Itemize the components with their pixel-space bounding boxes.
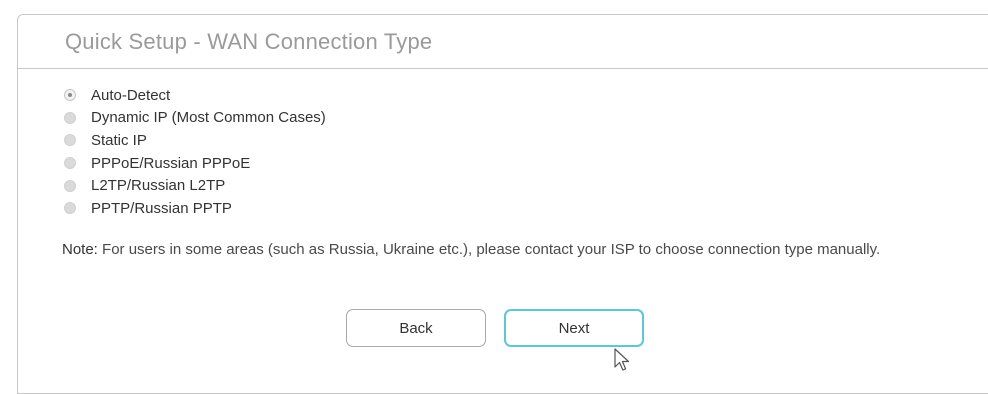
option-pptp[interactable]: PPTP/Russian PPTP	[64, 197, 326, 220]
radio-auto-detect[interactable]	[64, 89, 76, 102]
next-button[interactable]: Next	[504, 309, 644, 347]
option-dynamic-ip[interactable]: Dynamic IP (Most Common Cases)	[64, 107, 326, 130]
option-label: Dynamic IP (Most Common Cases)	[91, 109, 326, 127]
panel-header: Quick Setup - WAN Connection Type	[18, 15, 988, 69]
radio-pptp[interactable]	[64, 202, 76, 215]
option-label: Static IP	[91, 131, 147, 149]
option-pppoe[interactable]: PPPoE/Russian PPPoE	[64, 152, 326, 175]
option-l2tp[interactable]: L2TP/Russian L2TP	[64, 174, 326, 197]
option-label: PPPoE/Russian PPPoE	[91, 154, 251, 172]
radio-pppoe[interactable]	[64, 157, 76, 170]
radio-l2tp[interactable]	[64, 179, 76, 192]
back-button[interactable]: Back	[346, 309, 486, 347]
radio-static-ip[interactable]	[64, 134, 76, 147]
option-label: PPTP/Russian PPTP	[91, 199, 232, 217]
page-title: Quick Setup - WAN Connection Type	[65, 28, 433, 54]
note-label: Note:	[62, 241, 98, 258]
option-static-ip[interactable]: Static IP	[64, 129, 326, 152]
note-text: For users in some areas (such as Russia,…	[97, 241, 881, 258]
wan-type-options: Auto-Detect Dynamic IP (Most Common Case…	[64, 84, 326, 220]
radio-dynamic-ip[interactable]	[64, 111, 76, 124]
mouse-pointer-icon	[614, 348, 630, 371]
option-auto-detect[interactable]: Auto-Detect	[64, 84, 326, 107]
option-label: Auto-Detect	[91, 86, 171, 104]
option-label: L2TP/Russian L2TP	[91, 177, 226, 195]
connection-note: Note: For users in some areas (such as R…	[62, 240, 922, 259]
